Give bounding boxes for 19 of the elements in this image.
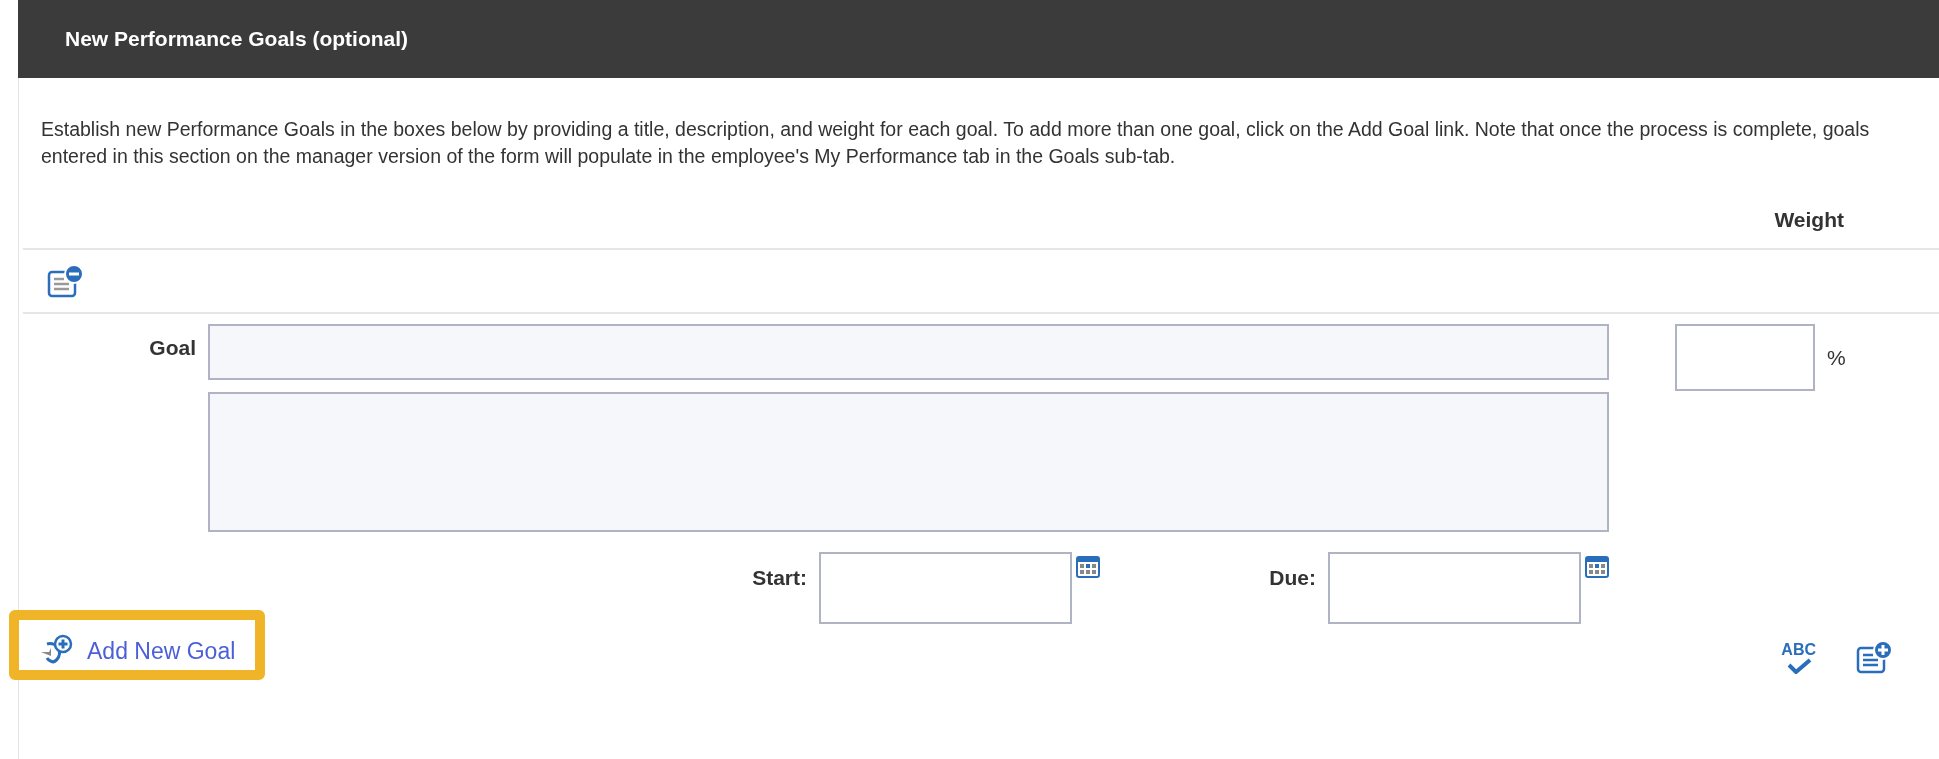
start-date-field[interactable] xyxy=(819,551,1072,624)
weight-field[interactable] xyxy=(1675,323,1815,391)
weight-header: Weight xyxy=(1774,207,1844,233)
section-title: New Performance Goals (optional) xyxy=(65,26,409,53)
start-label: Start: xyxy=(751,564,808,591)
goal-description-field[interactable] xyxy=(208,391,1609,532)
calendar-icon[interactable] xyxy=(1076,555,1100,578)
due-label: Due: xyxy=(1268,564,1317,591)
due-date-field[interactable] xyxy=(1328,551,1581,624)
goal-title-field[interactable] xyxy=(208,323,1609,380)
instructions-text: Establish new Performance Goals in the boxes below by providing a title, description, and weight for each goal. To add more than one goal, click on the Add Goal link. Note that once the process is complete, goals entered in this section on the manager version of the form will populate in the employee's My Performance tab in the Goals sub-tab. xyxy=(40,117,1871,169)
calendar-icon[interactable] xyxy=(1585,555,1609,578)
goal-label: Goal xyxy=(148,334,197,361)
remove-goal-icon[interactable] xyxy=(47,263,85,298)
check-icon xyxy=(1785,658,1812,674)
add-goal-details-icon[interactable] xyxy=(1856,640,1894,674)
spellcheck-button[interactable]: ABC xyxy=(1781,642,1816,674)
add-new-goal-link[interactable]: Add New Goal xyxy=(87,633,236,668)
percent-sign: % xyxy=(1827,344,1846,371)
